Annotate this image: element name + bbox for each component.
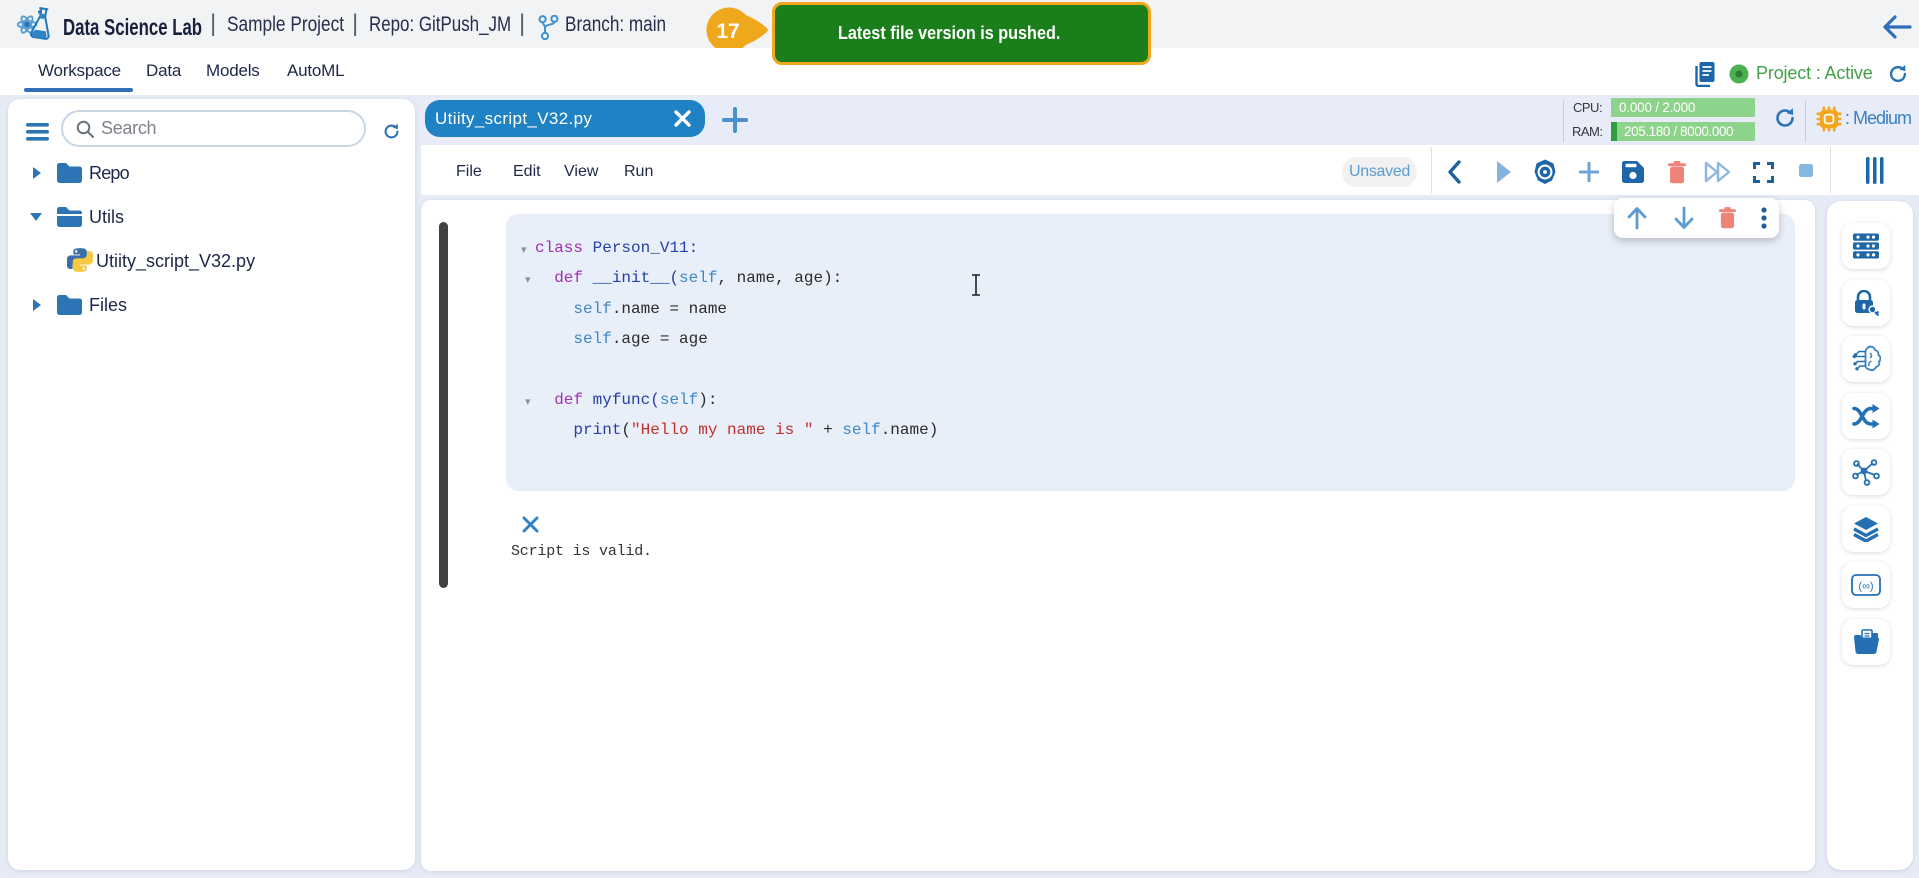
svg-text:(∞): (∞) [1858, 581, 1873, 593]
svg-text:17: 17 [716, 20, 739, 43]
